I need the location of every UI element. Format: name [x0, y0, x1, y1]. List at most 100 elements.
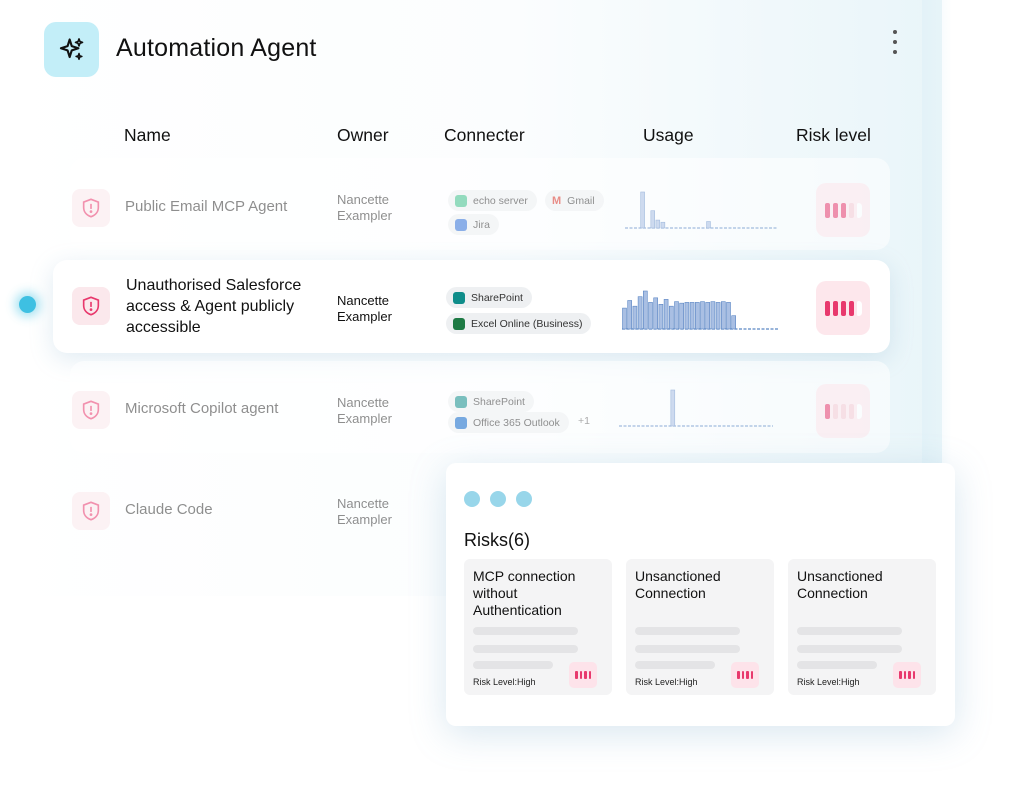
usage-bar — [695, 302, 700, 330]
connector-chip: Office 365 Outlook — [448, 412, 569, 433]
risk-bar — [840, 202, 846, 218]
usage-bar — [668, 305, 674, 330]
usage-bar — [689, 302, 695, 330]
owner-name: Nancette Exampler — [337, 496, 392, 527]
agent-name: Public Email MCP Agent — [125, 198, 288, 215]
more-connectors-count[interactable]: +1 — [578, 415, 590, 427]
risk-card-title: Unsanctioned Connection — [797, 568, 883, 601]
table-row[interactable]: Public Email MCP Agent Nancette Exampler … — [0, 155, 942, 255]
risk-bar — [824, 202, 830, 218]
usage-sparkline — [625, 191, 777, 229]
usage-bar — [648, 302, 653, 330]
jira-icon — [455, 218, 467, 231]
usage-sparkline — [622, 290, 778, 330]
risk-bar — [848, 403, 854, 419]
column-header-connecter[interactable]: Connecter — [444, 125, 525, 146]
owner-name: Nancette Exampler — [337, 293, 392, 324]
risks-panel: Risks(6) MCP connection without Authenti… — [446, 463, 955, 726]
usage-bar — [627, 300, 632, 330]
usage-bar — [715, 302, 721, 330]
column-header-usage[interactable]: Usage — [643, 125, 694, 146]
shield-alert-icon — [72, 287, 110, 325]
sparkle-icon — [59, 37, 83, 60]
connector-chip: SharePoint — [446, 287, 532, 308]
risk-card[interactable]: MCP connection without Authentication Ri… — [464, 559, 612, 695]
risk-bar — [832, 403, 838, 419]
usage-bar — [705, 302, 710, 330]
table-row-selected[interactable]: Unauthorised Salesforce access & Agent p… — [0, 256, 942, 356]
table-row[interactable]: Microsoft Copilot agent Nancette Exampler… — [0, 358, 942, 458]
risk-level-indicator — [816, 384, 870, 438]
connector-chip: M Gmail — [545, 190, 604, 211]
app-icon — [44, 22, 99, 77]
usage-bar — [622, 307, 627, 330]
agent-name: Unauthorised Salesforce access & Agent p… — [126, 277, 302, 336]
risk-badge — [893, 662, 921, 688]
usage-bar — [679, 302, 685, 330]
kebab-menu-icon[interactable] — [888, 30, 902, 54]
sharepoint-icon — [453, 291, 465, 304]
connector-chip: Excel Online (Business) — [446, 313, 592, 334]
connector-chip: Jira — [448, 214, 499, 235]
connector-chip: SharePoint — [448, 391, 534, 412]
usage-bar — [637, 296, 643, 330]
risk-bar-cap — [856, 202, 862, 218]
usage-bar — [640, 191, 645, 229]
risk-bar — [832, 202, 838, 218]
risk-bar — [840, 403, 846, 419]
owner-name: Nancette Exampler — [337, 395, 392, 426]
excel-icon — [453, 317, 465, 330]
connector-chip: echo server — [448, 190, 537, 211]
risk-bar — [832, 300, 838, 316]
risk-bar-cap — [856, 403, 862, 419]
window-dots — [464, 491, 532, 507]
risk-card-title: Unsanctioned Connection — [635, 568, 721, 601]
usage-bar — [721, 301, 726, 330]
column-header-risk[interactable]: Risk level — [796, 125, 871, 146]
risks-title: Risks(6) — [464, 530, 530, 550]
shield-alert-icon — [72, 391, 110, 429]
outlook-icon — [455, 416, 467, 429]
usage-bar — [684, 302, 690, 330]
sharepoint-icon — [455, 395, 467, 408]
usage-bar — [710, 301, 716, 330]
owner-name: Nancette Exampler — [337, 192, 392, 223]
risk-bar — [824, 300, 830, 316]
risk-bar-cap — [856, 300, 862, 316]
usage-bar — [660, 221, 666, 229]
usage-sparkline — [619, 389, 773, 427]
risk-card-level: Risk Level:High — [635, 677, 698, 687]
usage-bar — [706, 221, 711, 229]
column-header-name[interactable]: Name — [124, 125, 171, 146]
risk-badge — [569, 662, 597, 688]
usage-bar — [632, 305, 638, 330]
usage-bar — [658, 304, 664, 330]
usage-bar — [674, 301, 679, 330]
risk-bar — [840, 300, 846, 316]
shield-alert-icon — [72, 189, 110, 227]
shield-alert-icon — [72, 492, 110, 530]
usage-bar — [700, 301, 705, 330]
risk-card[interactable]: Unsanctioned Connection Risk Level:High — [626, 559, 774, 695]
usage-bar — [663, 299, 669, 330]
usage-bar — [642, 290, 648, 330]
risk-bar — [824, 403, 830, 419]
agent-name: Claude Code — [125, 501, 213, 518]
usage-bar — [670, 389, 676, 427]
column-header-owner[interactable]: Owner — [337, 125, 389, 146]
usage-bar — [726, 302, 731, 330]
risk-card-level: Risk Level:High — [797, 677, 860, 687]
echo-server-icon — [455, 194, 467, 207]
risk-card-level: Risk Level:High — [473, 677, 536, 687]
page-title: Automation Agent — [116, 34, 317, 62]
agent-name: Microsoft Copilot agent — [125, 400, 279, 417]
usage-bar — [650, 210, 656, 229]
risk-bar — [848, 300, 854, 316]
risk-card[interactable]: Unsanctioned Connection Risk Level:High — [788, 559, 936, 695]
usage-bar — [655, 219, 661, 229]
risk-card-title: MCP connection without Authentication — [473, 568, 576, 618]
risk-level-indicator — [816, 183, 870, 237]
risk-bar — [848, 202, 854, 218]
gmail-icon: M — [552, 194, 562, 207]
risk-badge — [731, 662, 759, 688]
